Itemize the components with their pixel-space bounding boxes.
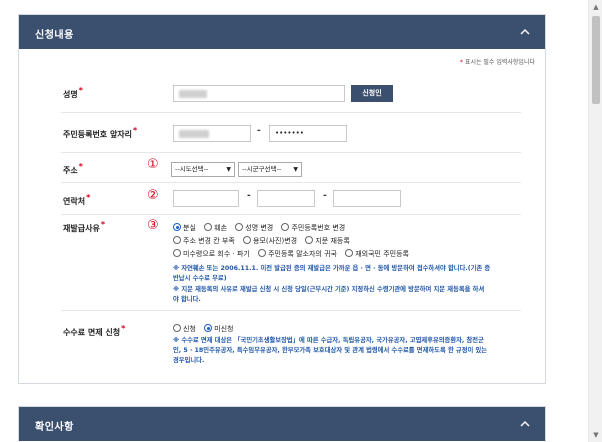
radio-icon [305, 236, 314, 244]
reason-option-returnee[interactable]: 주민등록 말소자의 귀국 [258, 249, 337, 258]
confirmation-header[interactable]: 확인사항 [19, 407, 545, 441]
contact-label: 연락처* [63, 193, 91, 206]
radio-icon [173, 324, 181, 332]
applicant-button[interactable]: 신청인 [351, 85, 393, 102]
reason-option-name-change[interactable]: 성명 변경 [235, 223, 273, 232]
page: 신청내용 * 표시는 필수 입력사항입니다 성명* 신청인 주민등록번호 앞자리… [0, 0, 602, 442]
reason-option-uncollected[interactable]: 미수령으로 회수 · 파기 [173, 249, 250, 258]
radio-icon [173, 249, 181, 257]
reason-options-row3: 미수령으로 회수 · 파기 주민등록 말소자의 귀국 재외국민 주민등록 [173, 249, 415, 259]
radio-selected-icon [173, 223, 181, 231]
reason-notice-1: ※ 자연훼손 또는 2006.11.1. 이전 발급된 증의 재발급은 가까운 … [173, 265, 491, 282]
phone-separator-1: - [247, 191, 251, 201]
panel-title: 확인사항 [35, 422, 74, 433]
reason-option-lost[interactable]: 분실 [173, 223, 196, 232]
fee-waiver-notice: ※ 수수료 면제 대상은 「국민기초생활보장법」에 따른 수급자, 독립유공자,… [173, 337, 488, 364]
vertical-scrollbar[interactable]: ▲ ▼ [588, 0, 602, 442]
fee-waiver-label: 수수료 면제 신청* [63, 324, 126, 337]
radio-icon [204, 223, 213, 231]
reissue-reason-row: 재발급사유* ③ 분실 훼손 성명 변경 주민등록번호 변경 주소 변경 칸 부… [61, 215, 521, 311]
application-details-header[interactable]: 신청내용 [19, 15, 545, 49]
scroll-thumb[interactable] [592, 16, 600, 104]
arrow-up-icon[interactable]: ▲ [589, 0, 602, 14]
reason-option-photo-change[interactable]: 용모(사진)변경 [243, 236, 297, 245]
application-details-panel: 신청내용 * 표시는 필수 입력사항입니다 성명* 신청인 주민등록번호 앞자리… [18, 14, 546, 384]
fee-waiver-row: 수수료 면제 신청* 신청 미신청 ※ 수수료 면제 대상은 「국민기초생활보장… [61, 311, 521, 383]
contact-row: 연락처* ② - - [61, 183, 521, 215]
radio-icon [243, 236, 251, 244]
reason-options-row1: 분실 훼손 성명 변경 주민등록번호 변경 [173, 223, 351, 233]
phone-part1-input[interactable] [173, 190, 239, 207]
radio-icon [345, 249, 354, 257]
arrow-down-icon[interactable]: ▼ [589, 428, 602, 442]
radio-selected-icon [204, 324, 213, 332]
fee-option-apply[interactable]: 신청 [173, 324, 196, 333]
phone-separator-2: - [323, 191, 327, 201]
chevron-down-icon: ▼ [226, 166, 231, 173]
reason-marker: ③ [147, 218, 159, 233]
confirmation-panel: 확인사항 [18, 406, 546, 442]
name-input[interactable] [173, 85, 345, 102]
rrn-separator: - [257, 126, 261, 136]
rrn-front-input[interactable] [173, 125, 251, 142]
phone-part3-input[interactable] [333, 190, 401, 207]
chevron-up-icon[interactable] [519, 26, 531, 38]
address-marker: ① [147, 157, 159, 172]
reason-option-address-full[interactable]: 주소 변경 칸 부족 [173, 236, 235, 245]
reason-options-row2: 주소 변경 칸 부족 용모(사진)변경 지문 재등록 [173, 236, 356, 246]
radio-icon [258, 249, 267, 257]
fee-option-not-apply[interactable]: 미신청 [204, 324, 233, 333]
reason-label: 재발급사유* [63, 220, 105, 233]
radio-icon [235, 223, 244, 231]
address-label: 주소* [63, 162, 83, 175]
phone-part2-input[interactable] [257, 190, 315, 207]
reason-option-fingerprint[interactable]: 지문 재등록 [305, 236, 350, 245]
rrn-row: 주민등록번호 앞자리* - ••••••• [61, 113, 521, 153]
rrn-back-input[interactable]: ••••••• [269, 125, 347, 142]
radio-icon [281, 223, 290, 231]
reason-option-rrn-change[interactable]: 주민등록번호 변경 [281, 223, 345, 232]
name-label: 성명* [63, 86, 83, 99]
reason-option-overseas-citizen[interactable]: 재외국민 주민등록 [345, 249, 409, 258]
sigungu-select[interactable]: --시군구선택-- ▼ [238, 162, 302, 177]
chevron-down-icon: ▼ [293, 166, 298, 173]
fee-waiver-options: 신청 미신청 [173, 324, 239, 334]
reason-option-damaged[interactable]: 훼손 [204, 223, 227, 232]
required-note-text: 표시는 필수 입력사항입니다 [464, 59, 535, 66]
reason-notice-2: ※ 지문 재등록의 사유로 재발급 신청 시 신청 당일(근무시간 기준) 지정… [173, 286, 485, 303]
contact-marker: ② [147, 188, 159, 203]
radio-icon [173, 236, 181, 244]
sido-select[interactable]: --시도선택-- ▼ [171, 162, 235, 177]
address-row: 주소* ① --시도선택-- ▼ --시군구선택-- ▼ [61, 153, 521, 183]
name-row: 성명* 신청인 [61, 75, 521, 113]
required-mark: * [460, 59, 464, 66]
chevron-up-icon[interactable] [519, 418, 531, 430]
rrn-label: 주민등록번호 앞자리* [63, 126, 138, 139]
panel-title: 신청내용 [35, 30, 74, 41]
required-note: * 표시는 필수 입력사항입니다 [460, 57, 535, 66]
